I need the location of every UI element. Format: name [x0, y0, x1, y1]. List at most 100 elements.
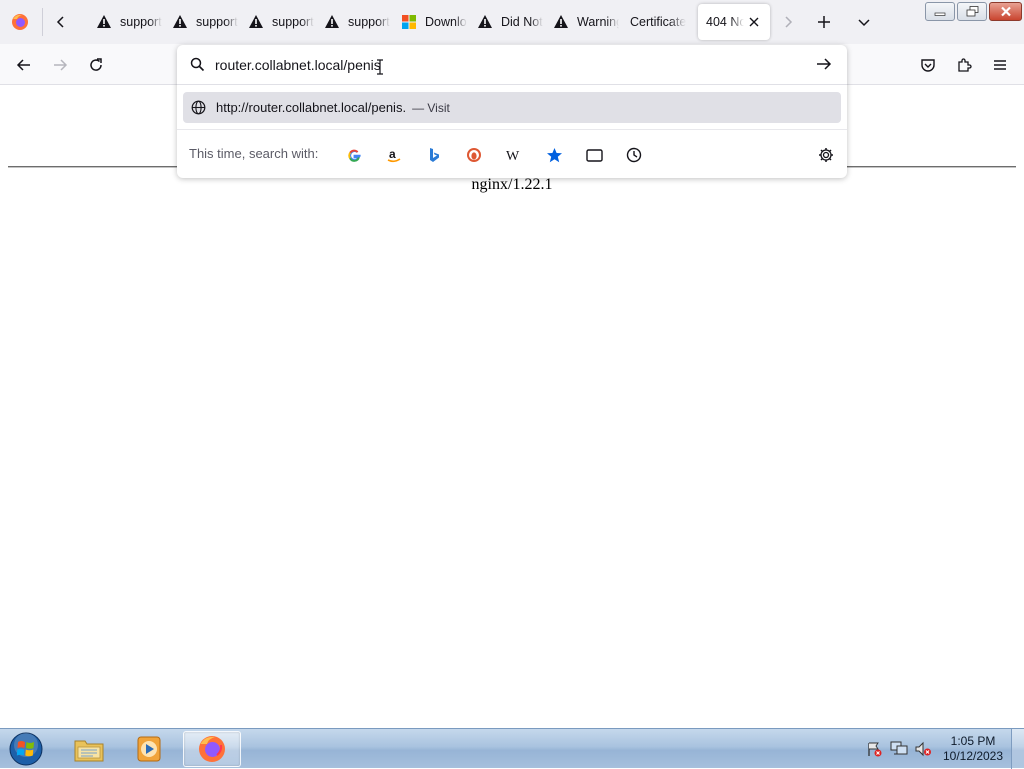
clock-time: 1:05 PM	[950, 734, 996, 748]
close-icon	[1000, 6, 1011, 17]
firefox-icon	[12, 14, 28, 30]
tab-strip: support support support support Download…	[0, 0, 1024, 44]
warning-icon	[553, 14, 569, 30]
tab-download[interactable]: Download	[401, 4, 467, 40]
tab-title: support	[120, 15, 162, 29]
tab-scroll-right-button[interactable]	[774, 8, 802, 36]
tab-title: support	[196, 15, 238, 29]
tabs-search-button[interactable]	[583, 144, 605, 166]
restore-button[interactable]	[957, 2, 987, 21]
back-button[interactable]	[9, 50, 39, 80]
taskbar-firefox[interactable]	[183, 731, 241, 767]
bing-search-button[interactable]	[423, 144, 445, 166]
tab-title: Certificate	[630, 15, 687, 29]
close-icon	[749, 17, 759, 27]
suggestion-url: http://router.collabnet.local/penis.	[216, 100, 407, 115]
list-all-tabs-button[interactable]	[850, 8, 878, 36]
taskbar-media-player[interactable]	[120, 731, 178, 767]
amazon-search-button[interactable]: a	[383, 144, 405, 166]
chevron-down-icon	[858, 19, 870, 27]
microsoft-icon	[401, 14, 417, 30]
tab-support-4[interactable]: support	[324, 4, 390, 40]
taskbar-clock[interactable]: 1:05 PM 10/12/2023	[940, 734, 1006, 764]
extensions-button[interactable]	[949, 50, 979, 80]
show-desktop-button[interactable]	[1011, 729, 1024, 769]
tab-support-2[interactable]: support	[172, 4, 238, 40]
svg-text:W: W	[506, 149, 520, 163]
wikipedia-search-button[interactable]: W	[503, 144, 525, 166]
bookmarks-search-button[interactable]	[543, 144, 565, 166]
text-cursor-icon	[376, 59, 384, 80]
svg-text:a: a	[389, 147, 396, 161]
network-icon[interactable]	[890, 741, 908, 762]
taskbar-file-explorer[interactable]	[60, 731, 118, 767]
go-button[interactable]	[815, 55, 833, 78]
tab-scroll-left-button[interactable]	[47, 8, 75, 36]
tab-title: support	[348, 15, 390, 29]
close-tab-button[interactable]	[748, 16, 760, 28]
tab-title: Download	[425, 15, 467, 29]
suggestion-action: — Visit	[412, 100, 450, 115]
search-with-label: This time, search with:	[189, 146, 319, 161]
bookmarks-icon	[546, 147, 562, 162]
arrow-right-icon	[54, 59, 68, 71]
duckduckgo-search-button[interactable]	[463, 144, 485, 166]
search-icon	[190, 57, 205, 77]
tab-warning[interactable]: Warning	[553, 4, 619, 40]
warning-icon	[477, 14, 493, 30]
chevron-left-icon	[56, 16, 64, 28]
globe-icon	[191, 100, 206, 115]
arrow-left-icon	[16, 59, 30, 71]
duckduckgo-icon	[467, 148, 481, 162]
app-menu-button[interactable]	[985, 50, 1015, 80]
google-icon	[347, 149, 361, 162]
forward-button[interactable]	[45, 50, 75, 80]
tab-certificate[interactable]: Certificate	[630, 4, 690, 40]
search-engine-bar: This time, search with: a W	[177, 129, 847, 178]
server-signature: nginx/1.22.1	[471, 176, 553, 193]
arrow-right-icon	[817, 58, 832, 70]
firefox-view-button[interactable]	[6, 8, 34, 36]
urlbar-popup: http://router.collabnet.local/penis. — V…	[177, 45, 847, 178]
tab-title: Warning	[577, 15, 619, 29]
urlbar-divider	[177, 84, 847, 85]
url-suggestion-row[interactable]: http://router.collabnet.local/penis. — V…	[183, 92, 841, 123]
amazon-icon: a	[387, 147, 401, 163]
media-player-icon	[137, 736, 161, 762]
minimize-icon	[934, 12, 946, 16]
warning-icon	[248, 14, 264, 30]
reload-button[interactable]	[81, 50, 111, 80]
tab-support-3[interactable]: support	[248, 4, 314, 40]
wikipedia-icon: W	[506, 149, 520, 163]
warning-icon	[172, 14, 188, 30]
warning-icon	[324, 14, 340, 30]
bing-icon	[430, 148, 439, 162]
tab-title: Did Not Connect	[501, 15, 543, 29]
pocket-button[interactable]	[913, 50, 943, 80]
puzzle-icon	[958, 58, 972, 72]
search-settings-button[interactable]	[815, 144, 837, 166]
tab-did-not-connect[interactable]: Did Not Connect	[477, 4, 543, 40]
tab-title: 404 Not Found	[706, 15, 744, 29]
firefox-icon	[199, 736, 225, 762]
action-center-flag-icon[interactable]	[866, 741, 882, 762]
chevron-right-icon	[785, 16, 793, 28]
gear-icon	[819, 148, 833, 162]
hamburger-menu-icon	[994, 60, 1006, 70]
google-search-button[interactable]	[343, 144, 365, 166]
history-search-button[interactable]	[623, 144, 645, 166]
tab-support-1[interactable]: support	[96, 4, 162, 40]
tab-strip-divider	[42, 8, 43, 36]
minimize-button[interactable]	[925, 2, 955, 21]
taskbar: 1:05 PM 10/12/2023	[0, 728, 1024, 769]
clock-date: 10/12/2023	[942, 749, 1004, 763]
pocket-icon	[921, 59, 935, 72]
urlbar-input-row	[177, 45, 847, 85]
tab-404-not-found[interactable]: 404 Not Found	[698, 4, 770, 40]
plus-icon	[818, 16, 830, 28]
volume-muted-icon[interactable]	[914, 741, 932, 762]
start-button[interactable]	[6, 730, 46, 768]
urlbar-input[interactable]	[215, 55, 775, 75]
close-window-button[interactable]	[989, 2, 1022, 21]
new-tab-button[interactable]	[810, 8, 838, 36]
